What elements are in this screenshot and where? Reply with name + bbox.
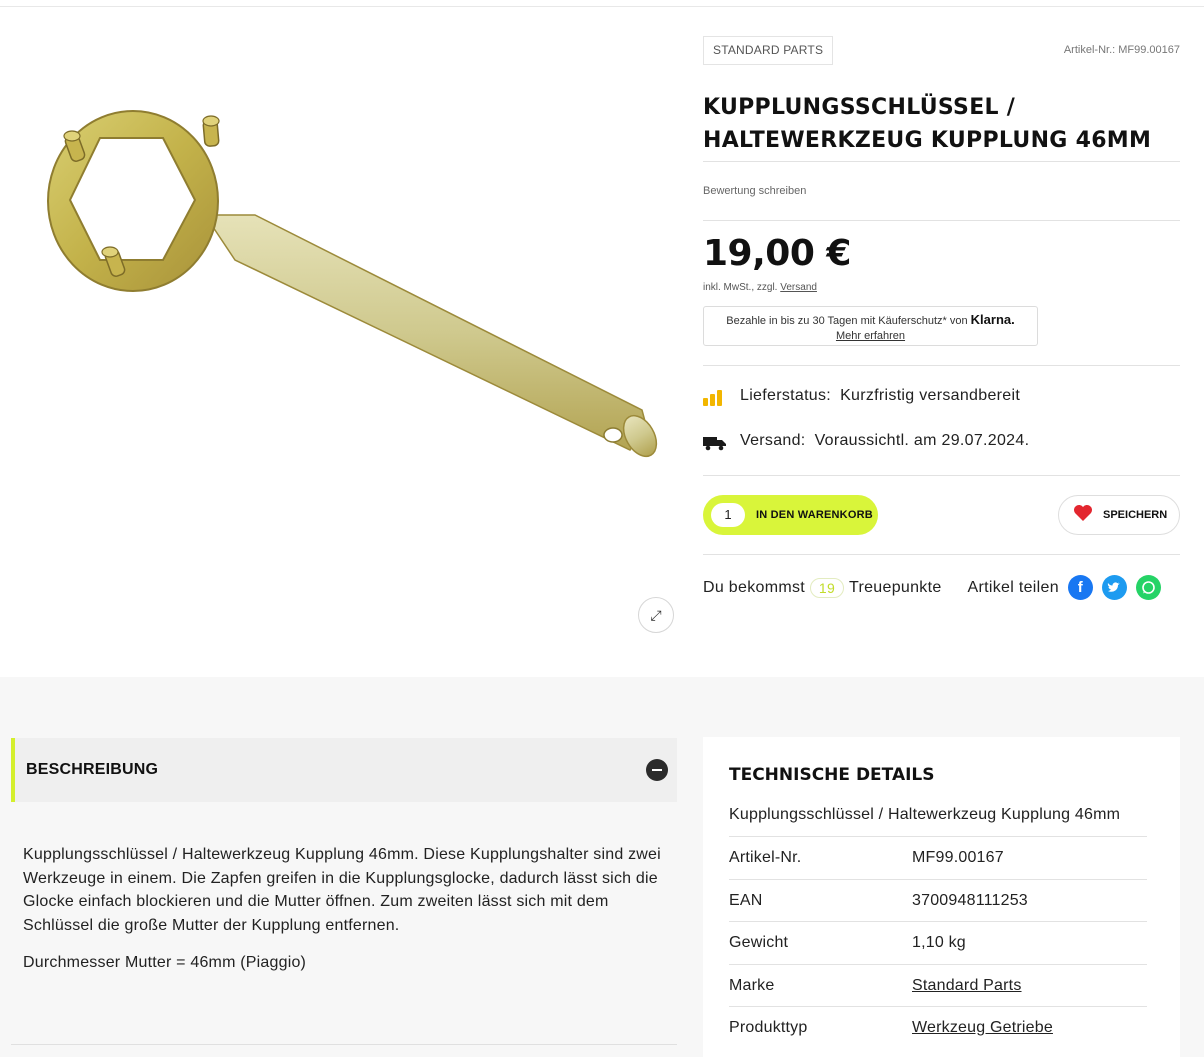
loyalty-prefix: Du bekommst — [703, 578, 805, 596]
article-number: Artikel-Nr.: MF99.00167 — [1063, 44, 1180, 56]
details-section: BESCHREIBUNG Kupplungsschlüssel / Haltew… — [0, 677, 1204, 1057]
delivery-status: Lieferstatus: Kurzfristig versandbereit — [703, 386, 1020, 406]
tech-value: MF99.00167 — [912, 848, 1004, 866]
quantity-input[interactable]: 1 — [711, 503, 745, 527]
description-text: Kupplungsschlüssel / Haltewerkzeug Kuppl… — [23, 846, 661, 934]
description-accordion-header[interactable]: BESCHREIBUNG — [11, 738, 677, 802]
description-spec: Durchmesser Mutter = 46mm (Piaggio) — [23, 954, 307, 971]
divider — [703, 220, 1180, 221]
shipping-estimate: Versand: Voraussichtl. am 29.07.2024. — [703, 431, 1029, 451]
tech-value: 3700948111253 — [912, 891, 1028, 909]
product-type-link[interactable]: Werkzeug Getriebe — [912, 1019, 1053, 1037]
tech-key: Gewicht — [729, 933, 789, 951]
technical-details-card: TECHNISCHE DETAILS Kupplungsschlüssel / … — [703, 737, 1180, 1057]
collapse-icon[interactable] — [646, 759, 668, 781]
technical-details-heading: TECHNISCHE DETAILS — [729, 765, 935, 785]
divider — [703, 554, 1180, 555]
technical-details-subtitle: Kupplungsschlüssel / Haltewerkzeug Kuppl… — [729, 806, 1121, 823]
shipping-link[interactable]: Versand — [780, 282, 817, 293]
brand-link[interactable]: Standard Parts — [912, 977, 1022, 995]
product-title: KUPPLUNGSSCHLÜSSEL / HALTEWERKZEUG KUPPL… — [703, 95, 1152, 153]
tech-key: EAN — [729, 891, 763, 909]
tech-row-article-number: Artikel-Nr. MF99.00167 — [729, 836, 1147, 878]
save-label: SPEICHERN — [1103, 509, 1168, 521]
shipping-value: Voraussichtl. am 29.07.2024. — [814, 432, 1030, 449]
zoom-button[interactable]: ⤢ — [638, 597, 674, 633]
tech-row-ean: EAN 3700948111253 — [729, 879, 1147, 921]
tech-key: Produkttyp — [729, 1018, 808, 1036]
product-price: 19,00 € — [703, 233, 851, 274]
description-heading: BESCHREIBUNG — [26, 761, 159, 778]
tech-key: Marke — [729, 976, 775, 994]
truck-icon — [703, 431, 727, 451]
product-image[interactable] — [30, 80, 660, 480]
loyalty-suffix: Treuepunkte — [849, 578, 942, 596]
delivery-status-value: Kurzfristig versandbereit — [840, 387, 1021, 404]
write-review-link[interactable]: Bewertung schreiben — [703, 185, 806, 197]
share-label: Artikel teilen — [967, 578, 1059, 596]
tech-value: 1,10 kg — [912, 933, 966, 951]
delivery-status-label: Lieferstatus: — [740, 387, 832, 404]
expand-icon: ⤢ — [650, 606, 662, 623]
add-to-cart-label: IN DEN WARENKORB — [756, 509, 873, 521]
tax-note-text: inkl. MwSt., zzgl. — [703, 282, 778, 293]
whatsapp-icon[interactable] — [1135, 575, 1161, 600]
facebook-icon[interactable]: f — [1067, 575, 1093, 600]
tax-note: inkl. MwSt., zzgl. Versand — [703, 282, 817, 293]
product-gallery: ⤢ — [0, 20, 690, 633]
tech-row-brand: Marke Standard Parts — [729, 964, 1147, 1006]
divider — [703, 365, 1180, 366]
stock-level-icon — [703, 386, 727, 406]
heart-icon — [1073, 504, 1093, 527]
klarna-text: Bezahle in bis zu 30 Tagen mit Käufersch… — [726, 315, 968, 327]
divider — [703, 475, 1180, 476]
divider — [11, 1044, 677, 1045]
klarna-banner: Bezahle in bis zu 30 Tagen mit Käufersch… — [703, 306, 1038, 346]
shipping-label: Versand: — [740, 432, 806, 449]
klarna-logo: Klarna. — [970, 312, 1015, 327]
klarna-more-link[interactable]: Mehr erfahren — [704, 329, 1037, 344]
add-to-cart-button[interactable]: 1 IN DEN WARENKORB — [703, 495, 878, 535]
loyalty-points-badge: 19 — [810, 577, 844, 598]
tech-key: Artikel-Nr. — [729, 848, 802, 866]
header-divider — [0, 6, 1204, 7]
tech-row-weight: Gewicht 1,10 kg — [729, 921, 1147, 963]
tech-row-product-type: Produkttyp Werkzeug Getriebe — [729, 1006, 1147, 1048]
save-button[interactable]: SPEICHERN — [1058, 495, 1180, 535]
twitter-icon[interactable] — [1101, 575, 1127, 600]
loyalty-share-row: Du bekommst 19 Treuepunkte Artikel teile… — [703, 575, 1180, 600]
divider — [703, 161, 1180, 162]
brand-badge[interactable]: STANDARD PARTS — [703, 36, 834, 65]
